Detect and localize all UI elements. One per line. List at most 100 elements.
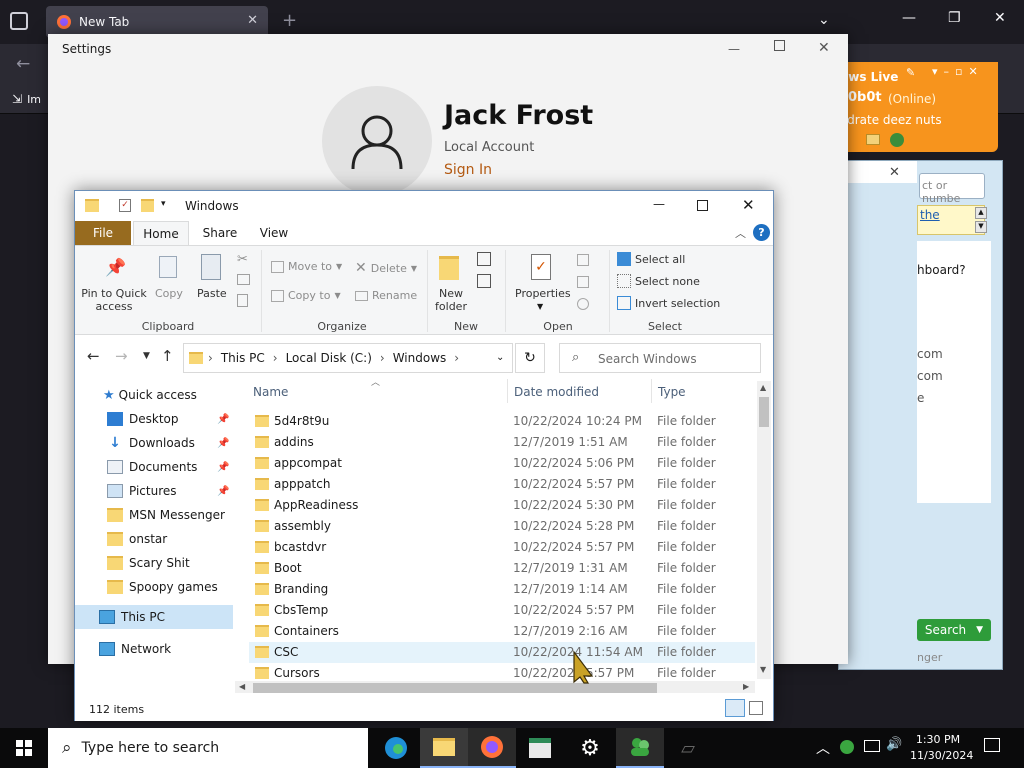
details-view-icon[interactable] bbox=[725, 699, 745, 717]
volume-icon[interactable]: 🔊 bbox=[886, 737, 902, 752]
messenger-mail-icon[interactable] bbox=[866, 134, 880, 145]
table-row[interactable]: assembly 10/22/2024 5:28 PM File folder bbox=[249, 516, 755, 537]
table-row[interactable]: addins 12/7/2019 1:51 AM File folder bbox=[249, 432, 755, 453]
taskbar-search-input[interactable]: Type here to search bbox=[82, 740, 220, 756]
nav-spoopy-games[interactable]: Spoopy games bbox=[75, 575, 233, 599]
back-arrow-icon[interactable]: ← bbox=[16, 54, 30, 74]
breadcrumb-disk[interactable]: Local Disk (C:) bbox=[286, 351, 372, 365]
tray-chevron-up-icon[interactable]: ︿ bbox=[816, 738, 830, 758]
close-icon[interactable]: ✕ bbox=[742, 196, 755, 214]
tray-messenger-icon[interactable] bbox=[840, 740, 854, 754]
chevron-down-icon[interactable]: ⌄ bbox=[818, 12, 830, 28]
scroll-thumb-horizontal[interactable] bbox=[253, 683, 657, 693]
start-button[interactable] bbox=[0, 728, 48, 768]
taskbar-clock[interactable]: 1:30 PM 11/30/2024 bbox=[910, 732, 973, 764]
minimize-icon[interactable]: — bbox=[653, 197, 665, 211]
messenger-search-input[interactable]: ct or numbe bbox=[919, 173, 985, 205]
close-icon[interactable]: ✕ bbox=[818, 40, 830, 56]
new-tab-icon[interactable]: + bbox=[282, 10, 297, 31]
column-date[interactable]: Date modified bbox=[514, 385, 599, 399]
open-icon[interactable] bbox=[577, 254, 589, 266]
table-row[interactable]: Branding 12/7/2019 1:14 AM File folder bbox=[249, 579, 755, 600]
tab-file[interactable]: File bbox=[75, 221, 131, 245]
import-bookmarks-item[interactable]: ⇲ Im bbox=[12, 92, 41, 106]
messenger-contact-1[interactable]: com bbox=[917, 347, 943, 361]
messenger-status[interactable]: (Online) bbox=[888, 92, 936, 106]
nav-this-pc[interactable]: This PC bbox=[75, 605, 233, 629]
tab-view[interactable]: View bbox=[251, 221, 297, 245]
new-folder-button[interactable]: New folder bbox=[431, 252, 471, 314]
nav-downloads[interactable]: ↓ Downloads 📌 bbox=[75, 431, 233, 455]
tab-share[interactable]: Share bbox=[195, 221, 245, 245]
column-name[interactable]: Name bbox=[253, 385, 288, 399]
help-icon[interactable]: ? bbox=[753, 224, 770, 241]
back-arrow-icon[interactable]: ← bbox=[87, 347, 100, 365]
history-icon[interactable] bbox=[577, 298, 589, 310]
easy-access-icon[interactable] bbox=[477, 274, 491, 288]
paste-button[interactable]: Paste bbox=[193, 252, 233, 300]
search-input[interactable]: Search Windows bbox=[598, 352, 697, 366]
notifications-icon[interactable] bbox=[984, 738, 1000, 752]
messenger-personal-message[interactable]: ydrate deez nuts bbox=[840, 113, 942, 127]
recent-locations-icon[interactable]: ▼ bbox=[143, 351, 150, 361]
forward-arrow-icon[interactable]: → bbox=[115, 347, 128, 365]
scroll-up-icon[interactable]: ▲ bbox=[760, 383, 766, 392]
address-dropdown-icon[interactable]: ⌄ bbox=[496, 352, 504, 363]
table-row[interactable]: CSC 10/22/2024 11:54 AM File folder bbox=[249, 642, 755, 663]
table-row[interactable]: apppatch 10/22/2024 5:57 PM File folder bbox=[249, 474, 755, 495]
taskbar-file-explorer[interactable] bbox=[420, 728, 468, 768]
nav-documents[interactable]: Documents 📌 bbox=[75, 455, 233, 479]
network-icon[interactable] bbox=[864, 740, 880, 752]
tab-home[interactable]: Home bbox=[133, 221, 189, 245]
maximize-icon[interactable] bbox=[774, 40, 785, 51]
messenger-contact-2[interactable]: com bbox=[917, 369, 943, 383]
breadcrumb-this-pc[interactable]: This PC bbox=[221, 351, 265, 365]
taskbar-app-extra[interactable]: ▱ bbox=[664, 728, 712, 768]
move-to-button[interactable]: Move to ▼ bbox=[271, 260, 342, 273]
messenger-link[interactable]: the bbox=[920, 208, 940, 222]
properties-button[interactable]: ✓ Properties ▼ bbox=[513, 252, 571, 314]
copy-to-button[interactable]: Copy to ▼ bbox=[271, 289, 341, 302]
minimize-icon[interactable]: — bbox=[728, 42, 740, 56]
messenger-globe-icon[interactable] bbox=[890, 133, 904, 147]
scroll-right-icon[interactable]: ▶ bbox=[743, 682, 749, 691]
close-icon[interactable]: ✕ bbox=[994, 10, 1006, 26]
nav-scary-shit[interactable]: Scary Shit bbox=[75, 551, 233, 575]
refresh-button[interactable]: ↻ bbox=[515, 343, 545, 373]
table-row[interactable]: Boot 12/7/2019 1:31 AM File folder bbox=[249, 558, 755, 579]
scroll-down-icon[interactable]: ▼ bbox=[760, 665, 766, 674]
taskbar-firefox[interactable] bbox=[468, 728, 516, 768]
taskbar-app[interactable] bbox=[516, 728, 564, 768]
scroll-left-icon[interactable]: ◀ bbox=[239, 682, 245, 691]
table-row[interactable]: Containers 12/7/2019 2:16 AM File folder bbox=[249, 621, 755, 642]
copy-button[interactable]: Copy bbox=[149, 252, 189, 300]
paste-shortcut-icon[interactable] bbox=[237, 294, 248, 307]
table-row[interactable]: 5d4r8t9u 10/22/2024 10:24 PM File folder bbox=[249, 411, 755, 432]
close-tab-icon[interactable]: ✕ bbox=[247, 13, 258, 28]
table-row[interactable]: bcastdvr 10/22/2024 5:57 PM File folder bbox=[249, 537, 755, 558]
taskbar-search[interactable]: ⌕ Type here to search bbox=[48, 728, 368, 768]
avatar[interactable] bbox=[322, 86, 432, 196]
delete-button[interactable]: ✕ Delete ▼ bbox=[355, 260, 417, 276]
messenger-window-controls[interactable]: ▾–▫✕ bbox=[932, 65, 984, 78]
pin-to-quick-access-button[interactable]: 📌 Pin to Quick access bbox=[81, 252, 147, 314]
messenger-settings-icon[interactable]: ✎ bbox=[906, 66, 915, 79]
edit-icon[interactable] bbox=[577, 276, 589, 288]
nav-desktop[interactable]: Desktop 📌 bbox=[75, 407, 233, 431]
messenger-contact-3[interactable]: e bbox=[917, 391, 924, 405]
vertical-scrollbar[interactable]: ▲ ▼ bbox=[757, 381, 771, 679]
messenger-search-button[interactable]: Search ▼ bbox=[917, 619, 991, 641]
nav-pictures[interactable]: Pictures 📌 bbox=[75, 479, 233, 503]
cut-icon[interactable]: ✂ bbox=[237, 252, 248, 267]
table-row[interactable]: AppReadiness 10/22/2024 5:30 PM File folde… bbox=[249, 495, 755, 516]
tab-overview-icon[interactable] bbox=[10, 12, 28, 30]
maximize-icon[interactable] bbox=[697, 200, 708, 211]
select-all-button[interactable]: Select all bbox=[617, 252, 685, 266]
table-row[interactable]: CbsTemp 10/22/2024 5:57 PM File folder bbox=[249, 600, 755, 621]
search-box[interactable]: ⌕ Search Windows bbox=[559, 343, 761, 373]
qat-dropdown-icon[interactable]: ▾ bbox=[161, 199, 166, 209]
copy-path-icon[interactable] bbox=[237, 274, 250, 285]
nav-onstar[interactable]: onstar bbox=[75, 527, 233, 551]
select-none-button[interactable]: Select none bbox=[617, 274, 700, 288]
maximize-icon[interactable]: ❐ bbox=[948, 10, 961, 26]
